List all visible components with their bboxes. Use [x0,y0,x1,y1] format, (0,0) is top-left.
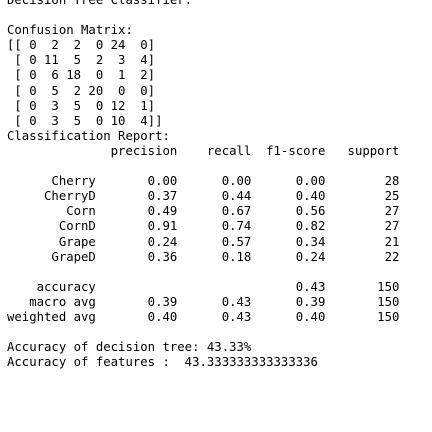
report-row: CornD 0.91 0.74 0.82 27 [7,219,400,234]
report-column-headers: precision recall f1-score support [7,143,400,158]
report-row: Grape 0.24 0.57 0.34 21 [7,234,400,249]
console-output: Decision Tree Classifier: Confusion Matr… [7,0,399,370]
summary-row: accuracy 0.43 150 [7,279,400,294]
summary-row: weighted avg 0.40 0.43 0.40 150 [7,309,400,324]
confusion-matrix-row: [ 0 5 2 20 0 0] [7,83,156,98]
confusion-matrix-row: [ 0 6 18 0 1 2] [7,68,156,83]
features-accuracy: Accuracy of features : 43.33333333333333… [7,355,318,370]
decision-tree-accuracy: Accuracy of decision tree: 43.33% [7,340,252,355]
report-row: GrapeD 0.36 0.18 0.24 22 [7,249,400,264]
confusion-matrix-row: [[ 0 2 2 0 24 0] [7,38,156,53]
confusion-matrix-row: [ 0 11 5 2 3 4] [7,53,156,68]
classifier-title: Decision Tree Classifier: [7,0,193,7]
report-row: Cherry 0.00 0.00 0.00 28 [7,174,400,189]
report-row: CherryD 0.37 0.44 0.40 25 [7,189,400,204]
confusion-matrix-header: Confusion Matrix: [7,23,133,38]
confusion-matrix-row: [ 0 3 5 0 12 1] [7,98,156,113]
report-row: Corn 0.49 0.67 0.56 27 [7,204,400,219]
confusion-matrix-row: [ 0 3 5 0 10 4]] [7,113,163,128]
classification-report-header: Classification Report: [7,128,170,143]
summary-row: macro avg 0.39 0.43 0.39 150 [7,294,400,309]
